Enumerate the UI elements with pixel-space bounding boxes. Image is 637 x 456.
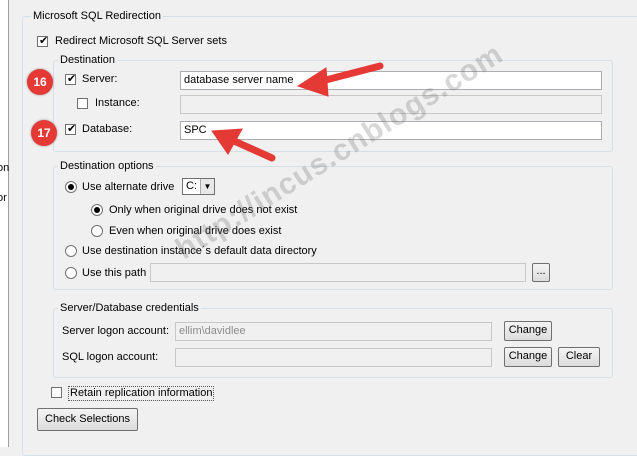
chevron-down-icon[interactable]: ▼ [200,179,214,194]
browse-button[interactable]: ... [532,263,550,282]
redirect-checkbox[interactable]: ✔ [37,35,49,47]
destination-title: Destination [58,54,118,66]
radio-dot [68,184,74,190]
server-logon-label: Server logon account: [62,325,170,337]
even-when-exist-label: Even when original drive does exist [109,225,282,237]
database-input[interactable]: SPC [180,121,602,140]
server-label: Server: [82,73,118,85]
left-panel: on or [0,0,9,447]
credentials-title: Server/Database credentials [58,302,201,314]
sql-logon-label: SQL logon account: [62,351,159,363]
use-alternate-drive-radio[interactable] [65,181,77,193]
default-directory-label: Use destination instance´s default data … [82,245,317,257]
database-label: Database: [82,123,133,135]
sql-logon-input[interactable] [175,348,492,367]
path-input[interactable] [150,263,526,282]
database-checkbox[interactable]: ✔ [65,123,77,135]
credentials-group [53,308,613,378]
radio-dot [94,207,100,213]
server-logon-change-button[interactable]: Change [504,321,552,341]
retain-replication-checkbox[interactable] [51,387,62,398]
sql-logon-change-button[interactable]: Change [504,347,552,367]
server-logon-input[interactable]: ellim\davidlee [175,322,492,341]
left-panel-text-2: or [0,192,7,204]
redirect-label: Redirect Microsoft SQL Server sets [55,35,227,47]
drive-select[interactable]: C: ▼ [182,178,215,195]
only-when-not-exist-label: Only when original drive does not exist [109,204,298,216]
instance-checkbox[interactable] [77,98,88,109]
check-selections-button[interactable]: Check Selections [37,408,138,431]
check-icon: ✔ [39,35,49,47]
instance-input[interactable] [180,95,602,114]
use-this-path-radio[interactable] [65,267,77,279]
retain-replication-label: Retain replication information [68,386,215,401]
instance-label: Instance: [95,97,140,109]
only-when-not-exist-radio[interactable] [91,204,103,216]
even-when-exist-radio[interactable] [91,225,103,237]
sql-logon-clear-button[interactable]: Clear [558,347,600,367]
server-checkbox[interactable]: ✔ [65,73,77,85]
check-icon: ✔ [67,73,77,85]
default-directory-radio[interactable] [65,245,77,257]
annotation-badge-17: 17 [31,120,57,146]
left-panel-text-1: on [0,162,10,174]
sql-redirection-title: Microsoft SQL Redirection [31,10,163,22]
server-input[interactable]: database server name [180,71,602,90]
use-this-path-label: Use this path [82,267,147,279]
annotation-badge-16: 16 [27,69,53,95]
use-alternate-drive-label: Use alternate drive [82,181,175,193]
destination-options-title: Destination options [58,160,156,172]
check-icon: ✔ [67,123,77,135]
drive-select-value: C: [186,180,197,192]
